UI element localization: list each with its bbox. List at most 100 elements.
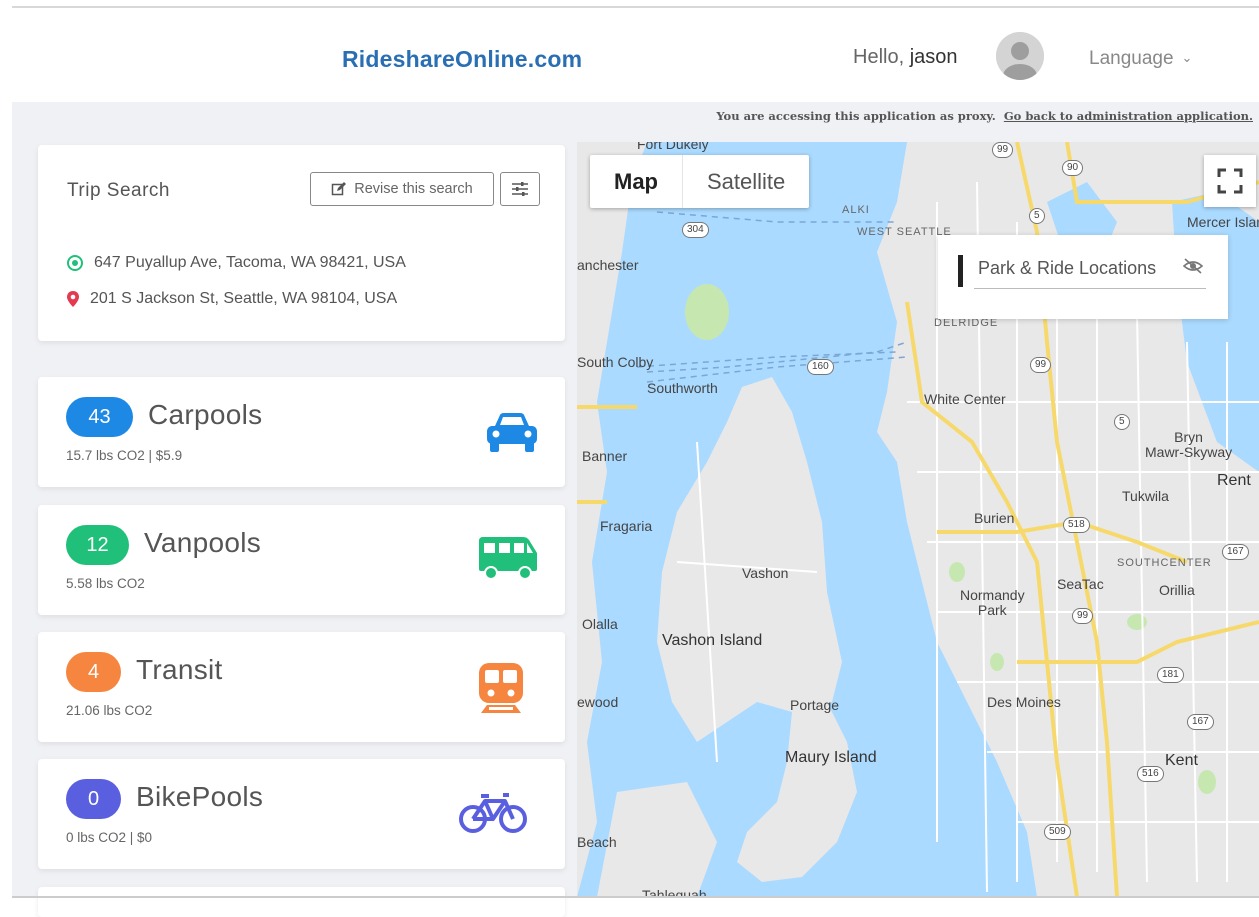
mode-stats: 21.06 lbs CO2	[66, 703, 153, 718]
route-shield: 5	[1029, 208, 1045, 224]
route-shield: 167	[1222, 544, 1249, 560]
edit-icon	[332, 182, 347, 196]
map-label: Vashon	[742, 565, 789, 581]
map-label: SOUTHCENTER	[1117, 557, 1212, 569]
destination-text: 201 S Jackson St, Seattle, WA 98104, USA	[90, 290, 398, 307]
park-ride-panel: Park & Ride Locations	[938, 235, 1228, 319]
car-icon	[487, 413, 537, 452]
map-label: White Center	[924, 391, 1006, 407]
bottom-divider	[12, 896, 1259, 898]
main-content: You are accessing this application as pr…	[12, 102, 1259, 917]
language-label: Language	[1089, 48, 1174, 69]
filter-settings-button[interactable]	[500, 172, 540, 206]
bicycle-icon	[459, 793, 527, 833]
mode-label: BikePools	[136, 781, 264, 812]
map-label: SeaTac	[1057, 576, 1104, 592]
route-shield: 304	[682, 222, 709, 238]
trip-search-title: Trip Search	[67, 180, 170, 201]
map-label: Fragaria	[600, 518, 653, 534]
map-label: anchester	[577, 257, 639, 273]
map-label: Kent	[1165, 752, 1198, 769]
avatar[interactable]	[996, 32, 1044, 80]
route-shield: 160	[807, 359, 834, 375]
route-shield: 181	[1157, 667, 1184, 683]
app-frame: RideshareOnline.com Hello, jason Languag…	[0, 0, 1259, 917]
park-ride-marker	[958, 255, 963, 287]
user-avatar-icon	[996, 32, 1044, 80]
header: RideshareOnline.com Hello, jason Languag…	[0, 8, 1259, 102]
mode-label: Carpools	[148, 399, 263, 430]
greeting-text: Hello,	[853, 46, 905, 68]
map-type-control: Map Satellite	[590, 155, 810, 208]
route-shield: 90	[1062, 160, 1084, 176]
route-shield: 518	[1063, 517, 1090, 533]
route-shield: 5	[1114, 414, 1130, 430]
proxy-notice: You are accessing this application as pr…	[716, 109, 1253, 123]
mode-card-bikepools[interactable]: 0 BikePools 0 lbs CO2 | $0	[38, 759, 565, 869]
map-label: ewood	[577, 694, 619, 710]
count-badge: 12	[66, 525, 129, 565]
map-label: Tukwila	[1122, 488, 1169, 504]
origin-icon	[67, 255, 83, 271]
train-icon	[479, 663, 523, 713]
count-badge: 4	[66, 652, 121, 692]
map-label: Vashon Island	[662, 632, 763, 649]
mode-stats: 15.7 lbs CO2 | $5.9	[66, 448, 183, 463]
van-icon	[479, 537, 537, 580]
route-shield: 516	[1137, 766, 1164, 782]
map-label: ALKI	[842, 204, 870, 216]
map-label: Bryn Mawr-Skyway	[1145, 429, 1233, 460]
map-label: Maury Island	[785, 749, 877, 766]
revise-search-label: Revise this search	[354, 181, 473, 197]
route-shield: 509	[1044, 824, 1071, 840]
map-label: Des Moines	[987, 694, 1061, 710]
brand-logo[interactable]: RideshareOnline.com	[342, 46, 582, 73]
language-dropdown[interactable]: Language ⌄	[1089, 48, 1192, 70]
mode-stats: 5.58 lbs CO2	[66, 576, 145, 591]
mode-card-vanpools[interactable]: 12 Vanpools 5.58 lbs CO2	[38, 505, 565, 615]
map-type-map-button[interactable]: Map	[590, 155, 683, 208]
map-label: Mercer Islan	[1187, 214, 1259, 230]
map-view[interactable]: Fort Dukely anchester South Colby Southw…	[577, 142, 1259, 897]
map-label: Beach	[577, 834, 617, 850]
origin-text: 647 Puyallup Ave, Tacoma, WA 98421, USA	[94, 254, 406, 271]
mode-card-partial	[38, 887, 565, 917]
map-label: Rent	[1217, 472, 1251, 489]
mode-label: Transit	[136, 654, 223, 685]
mode-card-transit[interactable]: 4 Transit 21.06 lbs CO2	[38, 632, 565, 742]
map-label: South Colby	[577, 354, 654, 370]
map-label: Fort Dukely	[637, 142, 709, 152]
route-shield: 99	[1072, 608, 1094, 624]
mode-stats: 0 lbs CO2 | $0	[66, 830, 153, 845]
destination-address: 201 S Jackson St, Seattle, WA 98104, USA	[66, 290, 397, 308]
route-shield: 99	[992, 142, 1014, 158]
username: jason	[909, 46, 958, 68]
origin-address: 647 Puyallup Ave, Tacoma, WA 98421, USA	[66, 254, 406, 272]
route-shield: 99	[1030, 357, 1052, 373]
fullscreen-button[interactable]	[1204, 155, 1256, 207]
sliders-icon	[512, 182, 528, 196]
mode-label: Vanpools	[144, 527, 262, 558]
trip-search-card: Trip Search Revise this search 647 Puyal…	[38, 145, 565, 341]
park-ride-label[interactable]: Park & Ride Locations	[978, 258, 1156, 279]
map-label: Southworth	[647, 380, 718, 396]
greeting: Hello, jason	[853, 46, 958, 69]
revise-search-button[interactable]: Revise this search	[310, 172, 494, 206]
map-label: Olalla	[582, 616, 618, 632]
route-shield: 167	[1187, 714, 1214, 730]
map-label: Normandy Park	[960, 587, 1025, 618]
proxy-notice-text: You are accessing this application as pr…	[716, 109, 996, 123]
map-label: Portage	[790, 697, 840, 713]
chevron-down-icon: ⌄	[1181, 50, 1193, 65]
count-badge: 0	[66, 779, 121, 819]
fullscreen-icon	[1217, 168, 1243, 194]
park-ride-underline	[974, 288, 1206, 289]
eye-slash-icon[interactable]	[1182, 257, 1204, 275]
back-to-admin-link[interactable]: Go back to administration application.	[1004, 109, 1253, 123]
map-label: Orillia	[1159, 582, 1195, 598]
map-pin-icon	[67, 291, 79, 307]
mode-card-carpools[interactable]: 43 Carpools 15.7 lbs CO2 | $5.9	[38, 377, 565, 487]
map-type-satellite-button[interactable]: Satellite	[683, 155, 809, 208]
map-label: Banner	[582, 448, 628, 464]
map-label: Burien	[974, 510, 1015, 526]
